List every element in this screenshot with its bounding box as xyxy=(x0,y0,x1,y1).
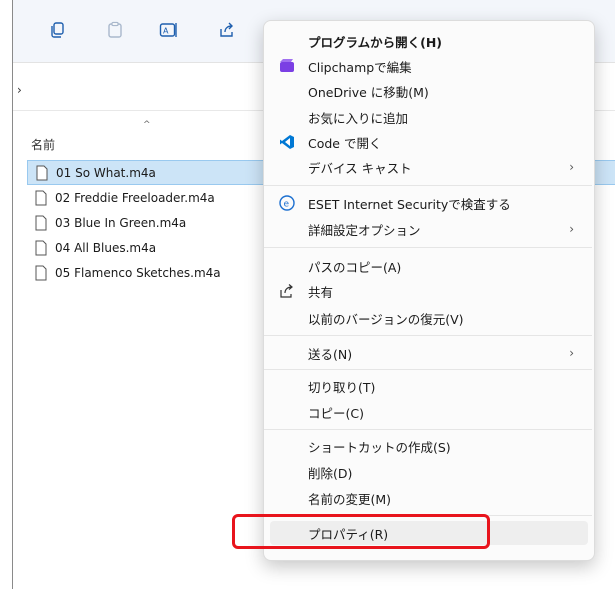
file-icon xyxy=(36,165,48,180)
rename-icon[interactable]: A xyxy=(157,18,181,42)
menu-item-label: プログラムから開く(H) xyxy=(308,34,443,50)
menu-item-label: 切り取り(T) xyxy=(308,379,376,395)
menu-item-rename[interactable]: 名前の変更(M) xyxy=(270,486,588,510)
menu-item-favorites[interactable]: お気に入りに追加 xyxy=(270,105,588,129)
svg-text:A: A xyxy=(163,27,169,36)
share-icon xyxy=(278,282,296,300)
menu-item-eset[interactable]: e ESET Internet Securityで検査する xyxy=(270,191,588,215)
svg-text:e: e xyxy=(284,200,290,210)
menu-item-label: 送る(N) xyxy=(308,346,353,362)
paste-icon[interactable] xyxy=(103,18,127,42)
menu-separator xyxy=(264,335,592,336)
file-name: 04 All Blues.m4a xyxy=(55,240,157,255)
menu-item-label: ESET Internet Securityで検査する xyxy=(308,196,511,212)
menu-item-share[interactable]: 共有 xyxy=(270,279,588,303)
file-name: 03 Blue In Green.m4a xyxy=(55,215,187,230)
highlight-annotation-box xyxy=(232,514,490,549)
menu-item-open-with[interactable]: プログラムから開く(H) xyxy=(270,29,588,53)
menu-item-label: 名前の変更(M) xyxy=(308,491,392,507)
file-name: 01 So What.m4a xyxy=(56,165,156,180)
menu-item-label: Clipchampで編集 xyxy=(308,59,412,75)
menu-item-cast[interactable]: デバイス キャスト › xyxy=(270,155,588,179)
vscode-icon xyxy=(278,133,296,151)
menu-item-copy-path[interactable]: パスのコピー(A) xyxy=(270,254,588,278)
menu-item-label: パスのコピー(A) xyxy=(308,259,402,275)
file-icon xyxy=(35,215,47,230)
submenu-arrow-icon: › xyxy=(569,160,574,174)
menu-item-delete[interactable]: 削除(D) xyxy=(270,460,588,484)
menu-item-restore-versions[interactable]: 以前のバージョンの復元(V) xyxy=(270,306,588,330)
file-icon xyxy=(35,265,47,280)
menu-item-label: Code で開く xyxy=(308,135,382,151)
menu-item-label: コピー(C) xyxy=(308,405,364,421)
menu-item-label: 共有 xyxy=(308,284,334,300)
menu-item-label: お気に入りに追加 xyxy=(308,110,409,126)
menu-separator xyxy=(264,185,592,186)
breadcrumb-chevron-icon[interactable]: › xyxy=(17,83,22,97)
copy-icon[interactable] xyxy=(45,18,69,42)
menu-item-label: 削除(D) xyxy=(308,465,353,481)
menu-item-advanced-options[interactable]: 詳細設定オプション › xyxy=(270,217,588,241)
context-menu: プログラムから開く(H) Clipchampで編集 OneDrive に移動(M… xyxy=(263,20,595,561)
menu-item-label: ショートカットの作成(S) xyxy=(308,439,451,455)
sort-caret-icon: ^ xyxy=(143,120,151,130)
menu-item-cut[interactable]: 切り取り(T) xyxy=(270,374,588,398)
name-column-header[interactable]: 名前 xyxy=(31,136,55,153)
submenu-arrow-icon: › xyxy=(569,222,574,236)
submenu-arrow-icon: › xyxy=(569,346,574,360)
menu-item-onedrive[interactable]: OneDrive に移動(M) xyxy=(270,79,588,103)
menu-item-create-shortcut[interactable]: ショートカットの作成(S) xyxy=(270,434,588,458)
share-icon[interactable] xyxy=(215,18,239,42)
menu-item-clipchamp[interactable]: Clipchampで編集 xyxy=(270,54,588,78)
menu-item-code[interactable]: Code で開く xyxy=(270,130,588,154)
menu-item-label: 詳細設定オプション xyxy=(308,222,421,238)
clipchamp-icon xyxy=(278,57,296,75)
menu-separator xyxy=(264,369,592,370)
menu-separator xyxy=(264,429,592,430)
menu-separator xyxy=(264,247,592,248)
menu-item-send-to[interactable]: 送る(N) › xyxy=(270,341,588,365)
menu-item-label: 以前のバージョンの復元(V) xyxy=(308,311,464,327)
menu-item-label: OneDrive に移動(M) xyxy=(308,84,429,100)
file-name: 05 Flamenco Sketches.m4a xyxy=(55,265,221,280)
file-icon xyxy=(35,190,47,205)
file-icon xyxy=(35,240,47,255)
file-name: 02 Freddie Freeloader.m4a xyxy=(55,190,215,205)
eset-icon: e xyxy=(278,194,296,212)
menu-item-label: デバイス キャスト xyxy=(308,160,412,176)
menu-item-copy[interactable]: コピー(C) xyxy=(270,400,588,424)
